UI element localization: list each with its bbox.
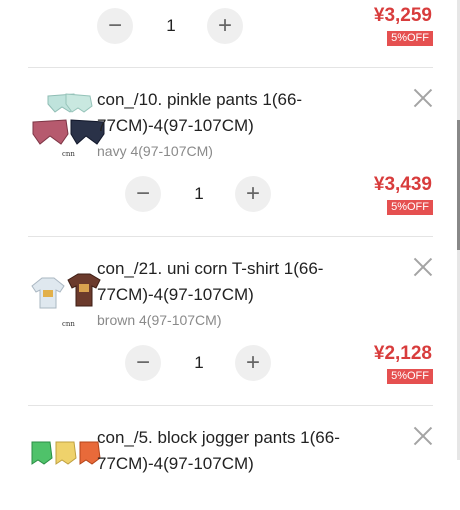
item-price: ¥3,439 — [373, 174, 432, 195]
product-title[interactable]: con_/10. pinkle pants 1(66-77CM)-4(97-10… — [97, 87, 347, 139]
increase-quantity-button[interactable]: + — [207, 8, 243, 44]
plus-icon: + — [245, 180, 260, 207]
svg-text:cnn: cnn — [62, 150, 75, 158]
product-title[interactable]: con_/5. block jogger pants 1(66-77CM)-4(… — [97, 425, 347, 477]
item-price: ¥3,259 — [373, 5, 432, 26]
minus-icon: − — [107, 12, 122, 39]
minus-icon: − — [135, 349, 150, 376]
plus-icon: + — [245, 349, 260, 376]
decrease-quantity-button[interactable]: − — [97, 8, 133, 44]
remove-item-close-icon[interactable] — [413, 88, 433, 108]
product-variant: brown 4(97-107CM) — [97, 312, 222, 328]
discount-badge: 5%OFF — [387, 369, 433, 384]
decrease-quantity-button[interactable]: − — [125, 176, 161, 212]
discount-badge: 5%OFF — [387, 31, 433, 46]
increase-quantity-button[interactable]: + — [235, 176, 271, 212]
remove-item-close-icon[interactable] — [413, 426, 433, 446]
remove-item-close-icon[interactable] — [413, 257, 433, 277]
quantity-value: 1 — [194, 184, 204, 203]
product-thumbnail[interactable] — [28, 438, 108, 510]
divider — [28, 405, 433, 406]
discount-badge: 5%OFF — [387, 200, 433, 215]
item-price: ¥2,128 — [373, 343, 432, 364]
divider — [28, 236, 433, 237]
decrease-quantity-button[interactable]: − — [125, 345, 161, 381]
quantity-value: 1 — [166, 16, 176, 35]
svg-text:cnn: cnn — [62, 320, 75, 328]
product-thumbnail[interactable]: cnn — [28, 90, 108, 162]
plus-icon: + — [217, 12, 232, 39]
product-title[interactable]: con_/21. uni corn T-shirt 1(66-77CM)-4(9… — [97, 256, 347, 308]
divider — [28, 67, 433, 68]
product-variant: navy 4(97-107CM) — [97, 143, 213, 159]
product-thumbnail[interactable]: cnn — [28, 268, 108, 340]
increase-quantity-button[interactable]: + — [235, 345, 271, 381]
quantity-value: 1 — [194, 353, 204, 372]
minus-icon: − — [135, 180, 150, 207]
